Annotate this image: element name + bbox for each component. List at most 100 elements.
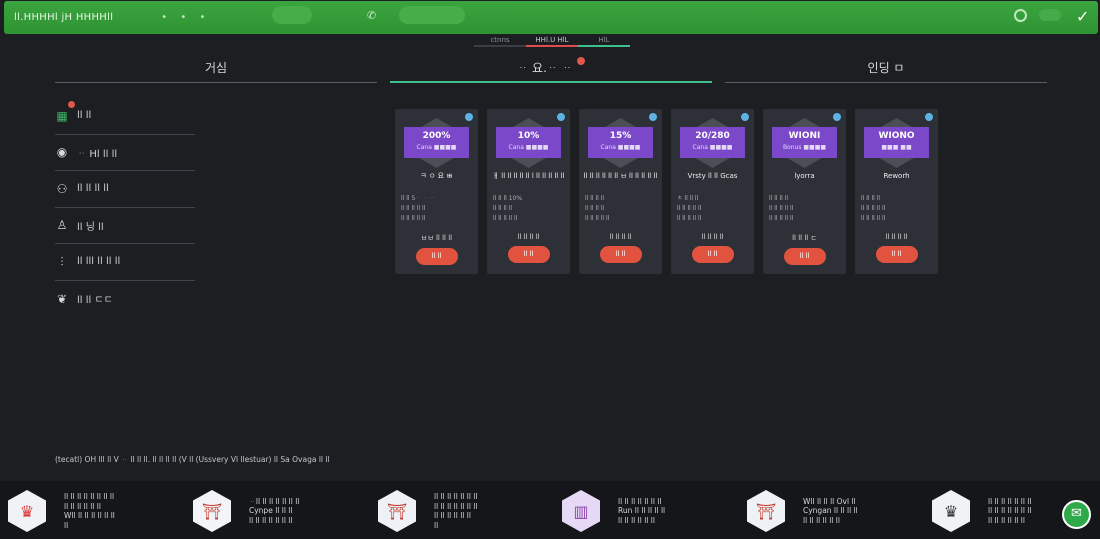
promo-card-5[interactable]: WIONI Bonus ■■■■ lyorra ll ll ll ll ll ll… — [763, 109, 846, 274]
status-toggle[interactable] — [1039, 9, 1061, 21]
tab-1[interactable]: 거심 — [55, 55, 377, 83]
provider-card-6[interactable]: ♛ ll ll ll ll ll ll ll ll ll ll ll ll ll… — [932, 489, 1080, 533]
sidebar-item-label: ll 닝 ll — [77, 221, 104, 233]
promo-title: ㅋ ㅇ 요 ㅃ — [420, 172, 453, 180]
sidebar-item-6[interactable]: ❦ ll ll ㄷㄷ — [55, 281, 195, 318]
provider-card-2[interactable]: ⛩ ᆢll ll ll ll ll ll ll Cynpe ll ll ll l… — [193, 489, 359, 533]
slot-machine-icon: ▥ — [562, 490, 600, 532]
provider-card-1[interactable]: ♛ ll ll ll ll ll ll ll ll ll ll ll ll ll… — [8, 489, 174, 533]
promo-ribbon: WIONI Bonus ■■■■ — [772, 127, 837, 158]
host-avatar-icon: ♛ — [8, 490, 46, 532]
tab-label: 거심 — [204, 61, 228, 75]
provider-line: ll ll ll ll ll ll ll — [249, 515, 293, 525]
promo-ribbon: 200% Cana ■■■■ — [404, 127, 469, 158]
person-add-icon: ♙ — [56, 218, 68, 233]
promo-details: ll ll ll 10% ll ll ll ll ll ll ll ll ll — [493, 194, 564, 224]
sidebar-item-4[interactable]: ♙ ll 닝 ll — [55, 208, 195, 244]
tab-label: 인딩 ㅁ — [867, 61, 905, 75]
provider-line: ll ll ll ll ll ll — [64, 501, 101, 511]
promotion-cards: 200% Cana ■■■■ ㅋ ㅇ 요 ㅃ ll ll 5ᆢ ᆢ ᆢ ll ll… — [395, 109, 938, 274]
sidebar-item-3[interactable]: ⚇ ll ll ll ll — [55, 171, 195, 208]
promo-card-4[interactable]: 20/280 Cana ■■■■ Vrsty ll ll Gcas ㅊ ll ll… — [671, 109, 754, 274]
promo-sub: ■■■ ■■ — [881, 144, 912, 151]
footer-disclaimer: (tecatl) OH lll ll V ᆢ ll ll ll. ll ll l… — [55, 455, 330, 464]
provider-line: ll ll ll ll ll ll ll ll — [64, 492, 115, 501]
tab-2-active[interactable]: ᆢ 요.ᆢ ᆢ — [390, 55, 712, 83]
promo-footer: ll ll ll ll — [885, 233, 908, 241]
promo-title: ll ll ll ll ll ll ㅂ ll ll ll ll ll — [583, 172, 658, 180]
provider-card-4[interactable]: ▥ ll ll ll ll ll ll ll Run ll ll ll ll l… — [562, 489, 728, 533]
promo-card-2[interactable]: 10% Cana ■■■■ ㅐ ll ll ll ll ll l ll ll ll… — [487, 109, 570, 274]
promo-title: ㅐ ll ll ll ll ll l ll ll ll ll ll — [492, 172, 565, 180]
promo-ribbon: 10% Cana ■■■■ — [496, 127, 561, 158]
promo-card-1[interactable]: 200% Cana ■■■■ ㅋ ㅇ 요 ㅃ ll ll 5ᆢ ᆢ ᆢ ll ll… — [395, 109, 478, 274]
provider-line: ll ll ll ll ll ll ll — [434, 501, 478, 511]
promo-sub: Cana ■■■■ — [508, 144, 549, 151]
promo-details: ll ll 5ᆢ ᆢ ᆢ ll ll ll ll ll ll ll ll ll … — [401, 194, 472, 224]
sidebar-item-5[interactable]: ⫶ ll lll ll ll ll — [55, 244, 195, 281]
subtab-active[interactable]: HHl.U HlL — [526, 36, 578, 47]
promo-headline: 15% — [609, 131, 632, 141]
site-brand[interactable]: ll.HHHHl jH HHHHll — [14, 12, 113, 23]
detail-line: ll ll 5ᆢ ᆢ ᆢ — [401, 195, 436, 202]
promo-sub: Cana ■■■■ — [416, 144, 457, 151]
promo-footer: ll ll ll ll — [701, 233, 724, 241]
provider-line: Wll ll ll ll ll ll ll — [64, 511, 115, 520]
promo-details: ll ll ll ll ll ll ll ll ll ll ll ll ll l… — [769, 194, 840, 224]
provider-card-3[interactable]: ⛩ ll ll ll ll ll ll ll ll ll ll ll ll ll… — [378, 489, 544, 533]
sidebar-item-label: ll ll ll ll — [77, 183, 109, 195]
sidebar-item-1[interactable]: ▦ ll ll — [55, 98, 195, 135]
top-pill-placeholder — [399, 6, 465, 24]
subtab[interactable]: ctnns — [474, 36, 526, 47]
detail-line: ll ll ll ll ll — [493, 215, 518, 222]
claim-button[interactable]: ll ll — [691, 246, 734, 263]
provider-strip: ♛ ll ll ll ll ll ll ll ll ll ll ll ll ll… — [0, 481, 1100, 539]
chat-icon[interactable]: ✉ — [1062, 500, 1091, 529]
provider-line: ᆢll ll ll ll ll ll ll — [249, 496, 300, 506]
temple-icon: ⛩ — [378, 490, 416, 532]
gamepad-icon: ❦ — [56, 291, 68, 306]
sidebar-item-label: ᆢ Hl ll ll — [77, 148, 118, 160]
detail-line: ll ll ll ll ll — [769, 205, 794, 212]
detail-line: ll ll ll ll ll — [677, 215, 702, 222]
promo-details: ll ll ll ll ll ll ll ll ll ll ll ll ll l… — [861, 194, 932, 224]
promo-headline: 200% — [422, 131, 451, 141]
detail-line: ll ll ll ll ll — [585, 215, 610, 222]
provider-text: ll ll ll ll ll ll ll ll ll ll ll ll ll l… — [64, 492, 174, 530]
provider-line: Wll ll ll ll Ovl ll — [803, 496, 856, 506]
claim-button[interactable]: ll ll — [415, 248, 458, 265]
temple-icon: ⛩ — [747, 490, 785, 532]
detail-line: ll ll ll ll ll — [401, 215, 426, 222]
promo-sub: Cana ■■■■ — [692, 144, 733, 151]
detail-line: ll ll ll ll — [585, 205, 605, 212]
tab-3[interactable]: 인딩 ㅁ — [725, 55, 1047, 83]
provider-line: Cynpe ll ll ll — [249, 506, 293, 516]
detail-line: ll ll ll ll ll — [677, 205, 702, 212]
notification-bar: ll.HHHHl jH HHHHll • • • ✆ ✓ — [4, 1, 1098, 34]
clock-icon: ◉ — [56, 145, 68, 160]
notification-dot — [68, 101, 75, 108]
sidebar: ▦ ll ll ◉ ᆢ Hl ll ll ⚇ ll ll ll ll ♙ ll … — [55, 98, 195, 317]
provider-card-5[interactable]: ⛩ Wll ll ll ll Ovl ll Cyngan ll ll ll ll… — [747, 489, 913, 533]
provider-line: ll — [434, 520, 439, 530]
check-icon[interactable]: ✓ — [1076, 7, 1089, 26]
claim-button[interactable]: ll ll — [507, 246, 550, 263]
promo-card-3[interactable]: 15% Cana ■■■■ ll ll ll ll ll ll ㅂ ll ll l… — [579, 109, 662, 274]
phone-icon[interactable]: ✆ — [367, 9, 376, 22]
provider-line: ll — [64, 520, 69, 530]
promo-details: ll ll ll ll ll ll ll ll ll ll ll ll ll — [585, 194, 656, 224]
subtab[interactable]: HlL — [578, 36, 630, 47]
sidebar-item-2[interactable]: ◉ ᆢ Hl ll ll — [55, 135, 195, 171]
detail-line: ll ll ll ll — [493, 205, 513, 212]
promo-card-6[interactable]: WIONO ■■■ ■■ Reworh ll ll ll ll ll ll ll … — [855, 109, 938, 274]
detail-line: ll ll ll ll ll — [861, 215, 886, 222]
detail-line: ll ll ll ll — [861, 195, 881, 202]
provider-line: ll ll ll ll ll ll — [434, 511, 471, 520]
promo-footer: ll ll ll ㄷ — [792, 234, 817, 242]
claim-button[interactable]: ll ll — [783, 248, 826, 265]
notification-dot — [576, 57, 585, 65]
sidebar-item-label: ll ll — [77, 110, 92, 122]
claim-button[interactable]: ll ll — [875, 246, 918, 263]
claim-button[interactable]: ll ll — [599, 246, 642, 263]
status-icon[interactable] — [1014, 9, 1027, 22]
